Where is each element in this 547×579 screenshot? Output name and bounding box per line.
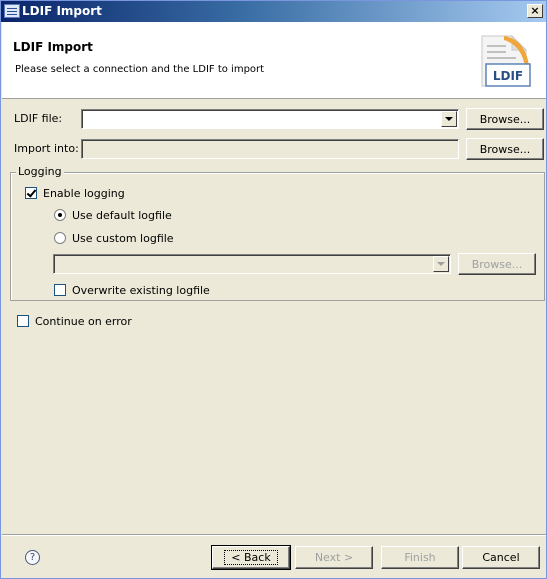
finish-button[interactable]: Finish <box>381 546 459 569</box>
ldif-file-combo[interactable] <box>81 109 459 129</box>
import-into-field[interactable] <box>81 139 459 159</box>
import-browse-button[interactable]: Browse... <box>466 138 544 160</box>
enable-logging-checkbox[interactable] <box>25 187 37 199</box>
close-button[interactable]: × <box>527 4 543 18</box>
continue-on-error-label[interactable]: Continue on error <box>35 315 132 328</box>
ldif-import-dialog: LDIF Import × LDIF Import Please select … <box>0 0 547 579</box>
back-label: < Back <box>224 550 278 565</box>
custom-logfile-combo[interactable] <box>53 254 451 274</box>
next-label: Next > <box>314 551 354 564</box>
logging-legend: Logging <box>16 165 64 178</box>
custom-logfile-dropdown-button[interactable] <box>433 256 449 272</box>
footer-separator <box>2 534 546 536</box>
next-button[interactable]: Next > <box>295 546 373 569</box>
custom-logfile-browse-button[interactable]: Browse... <box>458 253 536 275</box>
import-into-label: Import into: <box>14 142 79 155</box>
enable-logging-label[interactable]: Enable logging <box>43 187 125 200</box>
finish-label: Finish <box>404 551 436 564</box>
ldif-window-icon <box>4 4 20 18</box>
cancel-button[interactable]: Cancel <box>462 546 540 569</box>
ldif-document-icon: LDIF <box>481 34 531 87</box>
title-bar[interactable]: LDIF Import × <box>1 1 546 22</box>
default-logfile-radio[interactable] <box>54 209 66 221</box>
overwrite-logfile-checkbox[interactable] <box>54 284 66 296</box>
cancel-label: Cancel <box>482 551 520 564</box>
ldif-icon-label: LDIF <box>493 69 523 83</box>
import-browse-label: Browse... <box>479 142 531 156</box>
wizard-banner: LDIF Import Please select a connection a… <box>2 22 546 99</box>
banner-description: Please select a connection and the LDIF … <box>15 64 265 75</box>
overwrite-logfile-label[interactable]: Overwrite existing logfile <box>72 284 210 297</box>
ldif-file-dropdown-button[interactable] <box>441 111 457 127</box>
ldif-file-label: LDIF file: <box>14 112 63 125</box>
help-icon[interactable]: ? <box>25 550 40 565</box>
window-title: LDIF Import <box>22 4 102 18</box>
default-logfile-label[interactable]: Use default logfile <box>72 209 172 222</box>
custom-logfile-radio[interactable] <box>54 232 66 244</box>
ldif-browse-button[interactable]: Browse... <box>466 108 544 130</box>
ldif-browse-label: Browse... <box>479 112 531 126</box>
banner-title: LDIF Import <box>13 40 93 54</box>
chevron-down-icon <box>437 262 445 266</box>
continue-on-error-checkbox[interactable] <box>17 315 29 327</box>
chevron-down-icon <box>445 117 453 121</box>
custom-browse-label: Browse... <box>471 257 523 271</box>
custom-logfile-label[interactable]: Use custom logfile <box>72 232 174 245</box>
back-button[interactable]: < Back <box>211 545 291 570</box>
